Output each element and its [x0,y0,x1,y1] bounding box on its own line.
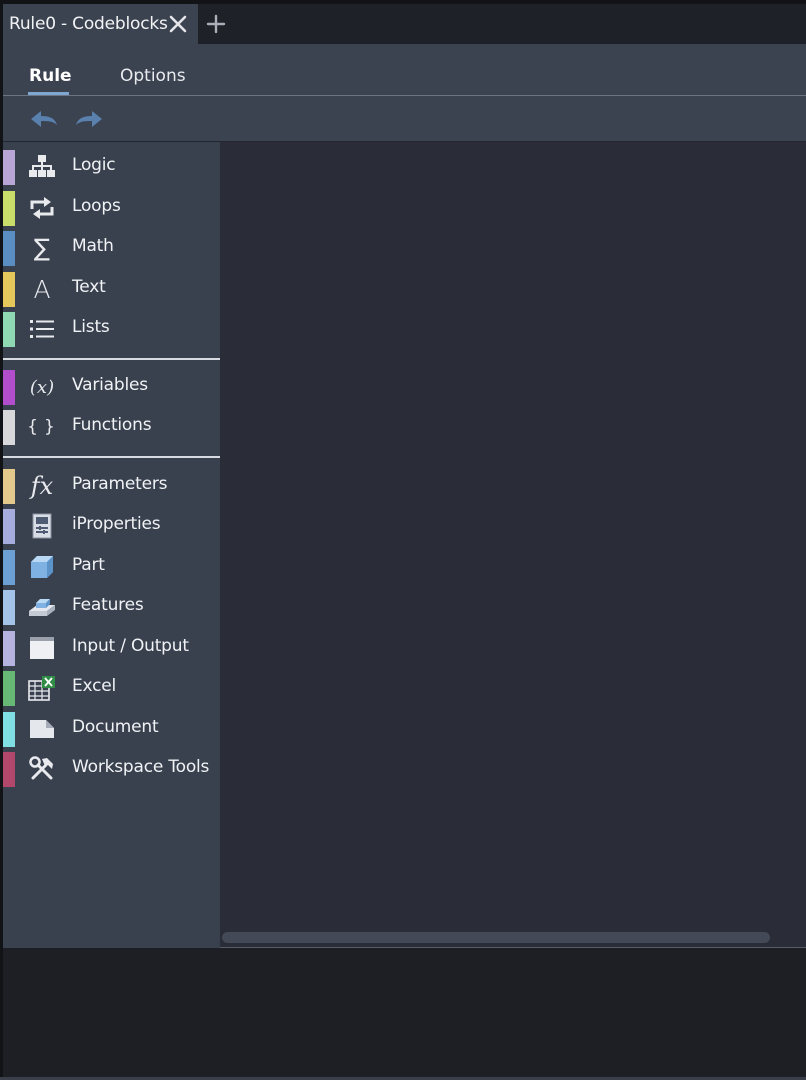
text-icon: A [33,274,51,304]
category-color-swatch [3,469,15,504]
plus-icon[interactable] [205,13,227,35]
category-label: iProperties [72,514,161,534]
category-label: Input / Output [72,636,189,656]
document-tab[interactable]: Rule0 - Codeblocks [3,4,198,44]
category-label: Lists [72,317,110,337]
logic-icon [27,151,57,183]
category-color-swatch [3,410,15,445]
toolbox-separator [3,358,220,360]
toolbox-category-math[interactable]: ∑ Math [3,229,220,267]
category-color-swatch [3,150,15,185]
output-panel [3,948,806,1077]
category-color-swatch [3,509,15,544]
toolbox-category-iproperties[interactable]: iProperties [3,507,220,545]
input-output-icon [27,632,57,664]
redo-icon[interactable] [74,108,104,130]
category-color-swatch [3,631,15,666]
category-color-swatch [3,191,15,226]
features-icon [27,591,57,623]
variables-icon: (x) [29,376,55,398]
category-label: Parameters [72,474,168,494]
toolbox-category-features[interactable]: Features [3,588,220,626]
category-color-swatch [3,272,15,307]
category-label: Variables [72,375,148,395]
iproperties-icon [27,510,57,542]
block-workspace[interactable] [220,142,806,948]
lists-icon [27,313,57,345]
toolbox-category-part[interactable]: Part [3,548,220,586]
document-tab-strip: Rule0 - Codeblocks [3,4,806,44]
category-label: Functions [72,415,152,435]
category-label: Logic [72,155,116,175]
toolbox-category-workspace-tools[interactable]: Workspace Tools [3,750,220,788]
active-tab-indicator [28,92,69,95]
category-label: Math [72,236,114,256]
tab-rule[interactable]: Rule [29,66,72,86]
category-color-swatch [3,590,15,625]
parameters-icon: fx [30,472,54,500]
math-icon: ∑ [33,234,51,262]
category-color-swatch [3,370,15,405]
document-tab-title: Rule0 - Codeblocks [9,14,168,34]
workspace-tools-icon [27,753,57,785]
toolbox-category-document[interactable]: Document [3,710,220,748]
toolbar [3,96,806,142]
toolbox-category-input-output[interactable]: Input / Output [3,629,220,667]
category-color-swatch [3,752,15,787]
toolbox-category-text[interactable]: A Text [3,270,220,308]
ribbon-tab-bar: Rule Options [3,44,806,96]
toolbox: Logic Loops ∑ Math A Text Lists (x) Vari… [3,142,220,948]
document-icon [27,713,57,745]
excel-icon [27,672,57,704]
toolbox-category-functions[interactable]: {} Functions [3,408,220,446]
category-label: Loops [72,196,121,216]
category-color-swatch [3,550,15,585]
undo-icon[interactable] [29,108,59,130]
category-color-swatch [3,712,15,747]
category-label: Document [72,717,159,737]
category-label: Workspace Tools [72,757,210,777]
functions-icon: {} [27,417,61,437]
toolbox-category-lists[interactable]: Lists [3,310,220,348]
loops-icon [27,192,57,224]
close-icon[interactable] [167,13,189,35]
category-color-swatch [3,312,15,347]
category-label: Text [72,277,106,297]
category-label: Part [72,555,105,575]
part-icon [27,551,57,583]
category-label: Features [72,595,144,615]
toolbox-category-variables[interactable]: (x) Variables [3,368,220,406]
toolbox-category-logic[interactable]: Logic [3,148,220,186]
toolbox-separator [3,456,220,458]
toolbox-category-parameters[interactable]: fx Parameters [3,467,220,505]
category-color-swatch [3,231,15,266]
category-color-swatch [3,671,15,706]
tab-options[interactable]: Options [120,66,186,86]
category-label: Excel [72,676,117,696]
toolbox-category-excel[interactable]: Excel [3,669,220,707]
horizontal-scrollbar[interactable] [222,932,770,943]
toolbox-category-loops[interactable]: Loops [3,189,220,227]
